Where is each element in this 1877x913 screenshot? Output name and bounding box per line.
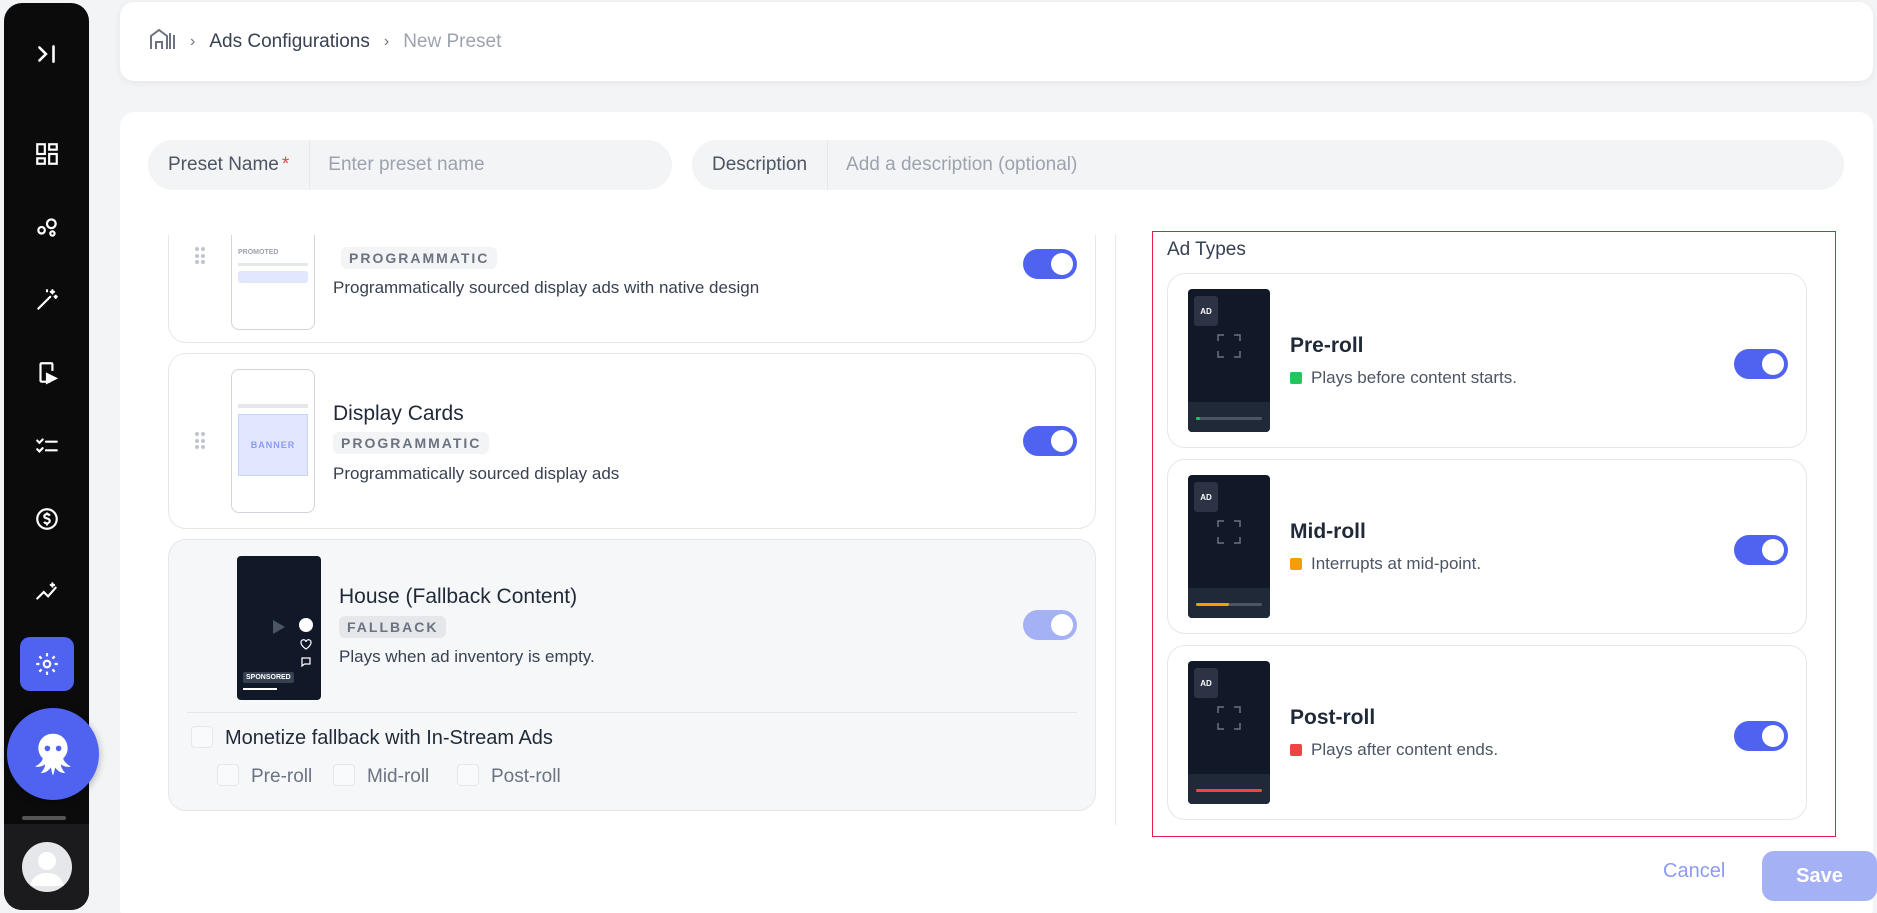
native-placement-toggle[interactable] (1023, 249, 1077, 279)
description-field: Description (692, 140, 1844, 190)
chevron-right-icon: › (383, 32, 390, 50)
fullscreen-icon (1217, 520, 1241, 544)
comment-icon (301, 657, 311, 668)
ad-type-name: Mid-roll (1290, 520, 1366, 543)
midroll-thumbnail: AD (1188, 475, 1270, 618)
placement-description: Programmatically sourced display ads (333, 464, 620, 483)
user-area (4, 824, 89, 910)
top-header: › Ads Configurations › New Preset (120, 2, 1873, 81)
dollar-icon[interactable] (20, 492, 74, 546)
description-input[interactable] (828, 140, 1844, 190)
banner-thumbnail: BANNER (231, 369, 315, 513)
placement-title: House (Fallback Content) (339, 585, 578, 608)
placement-description: Plays when ad inventory is empty. (339, 647, 595, 666)
preroll-toggle[interactable] (1734, 349, 1788, 379)
placement-title: Display Cards (333, 402, 464, 425)
fallback-postroll-checkbox[interactable] (457, 764, 479, 786)
ad-type-card-postroll: AD Post-roll Plays after content ends. (1167, 645, 1807, 820)
fallback-preroll-checkbox[interactable] (217, 764, 239, 786)
ad-type-name: Post-roll (1290, 706, 1376, 729)
preset-name-input[interactable] (310, 140, 672, 190)
badge-programmatic: PROGRAMMATIC (341, 247, 498, 269)
ad-type-description: Interrupts at mid-point. (1311, 554, 1482, 573)
ad-type-card-preroll: AD Pre-roll Plays before content starts. (1167, 273, 1807, 448)
fallback-preroll-label: Pre-roll (251, 766, 313, 787)
monetize-fallback-checkbox[interactable] (191, 726, 213, 748)
preset-name-label: Preset Name * (148, 140, 311, 190)
monetize-fallback-label: Monetize fallback with In-Stream Ads (225, 727, 553, 749)
preroll-progress (1196, 417, 1200, 420)
native-ad-thumbnail: PROMOTED (231, 235, 315, 330)
placements-list[interactable]: PROMOTED PROGRAMMATIC Programmatically s… (150, 235, 1110, 825)
badge-programmatic: PROGRAMMATIC (333, 432, 490, 454)
postroll-toggle[interactable] (1734, 721, 1788, 751)
ad-type-description: Plays after content ends. (1311, 740, 1499, 759)
divider (187, 712, 1077, 713)
ad-type-card-midroll: AD Mid-roll Interrupts at mid-point. (1167, 459, 1807, 634)
house-fallback-toggle[interactable] (1023, 610, 1077, 640)
play-icon (273, 620, 285, 634)
analytics-icon[interactable] (20, 565, 74, 619)
magic-wand-icon[interactable] (20, 273, 74, 327)
fallback-midroll-checkbox[interactable] (333, 764, 355, 786)
drag-handle-icon[interactable] (195, 432, 205, 450)
checklist-icon[interactable] (20, 419, 74, 473)
preset-name-field: Preset Name * (148, 140, 672, 190)
status-dot (1290, 744, 1302, 756)
drag-handle-icon[interactable] (195, 247, 205, 265)
ad-type-name: Pre-roll (1290, 334, 1364, 357)
placement-card-native: PROMOTED PROGRAMMATIC Programmatically s… (168, 235, 1096, 343)
fallback-midroll-label: Mid-roll (367, 766, 430, 787)
fullscreen-icon (1217, 706, 1241, 730)
heart-icon (300, 639, 312, 650)
ad-type-description: Plays before content starts. (1311, 368, 1517, 387)
fullscreen-icon (1217, 334, 1241, 358)
octopus-assistant-button[interactable] (7, 708, 99, 800)
display-cards-toggle[interactable] (1023, 426, 1077, 456)
postroll-thumbnail: AD (1188, 661, 1270, 804)
avatar[interactable] (21, 842, 72, 892)
midroll-toggle[interactable] (1734, 535, 1788, 565)
placement-card-display-cards: BANNER Display Cards PROGRAMMATIC Progra… (168, 353, 1096, 529)
fallback-postroll-label: Post-roll (491, 766, 561, 787)
settings-gear-icon[interactable] (20, 637, 74, 691)
expand-sidebar-icon[interactable] (20, 27, 74, 81)
column-divider (1115, 235, 1116, 825)
status-dot (1290, 372, 1302, 384)
status-dot (1290, 558, 1302, 570)
placement-description: Programmatically sourced display ads wit… (333, 278, 760, 297)
preroll-thumbnail: AD (1188, 289, 1270, 432)
save-button[interactable]: Save (1762, 851, 1877, 901)
chevron-right-icon: › (190, 32, 196, 50)
cancel-button[interactable]: Cancel (1663, 860, 1725, 883)
bubbles-icon[interactable] (20, 200, 74, 254)
octopus-icon (35, 733, 71, 776)
postroll-progress (1196, 789, 1262, 792)
fallback-video-thumbnail: SPONSORED (237, 556, 321, 700)
breadcrumb-current: New Preset (403, 30, 502, 52)
dashboard-icon[interactable] (20, 127, 74, 181)
midroll-progress (1196, 603, 1229, 606)
mobile-play-icon[interactable] (20, 346, 74, 400)
sidebar-scroll-handle[interactable] (22, 816, 66, 820)
description-label: Description (692, 140, 829, 190)
ad-types-title: Ad Types (1167, 239, 1246, 260)
breadcrumb-ads-configurations[interactable]: Ads Configurations (209, 31, 370, 53)
home-icon[interactable] (148, 27, 176, 56)
ad-types-section: Ad Types AD Pre-roll Plays before conten… (1152, 231, 1836, 837)
placement-card-house-fallback: SPONSORED House (Fallback Content) FALLB… (168, 539, 1096, 811)
badge-fallback: FALLBACK (339, 616, 447, 638)
